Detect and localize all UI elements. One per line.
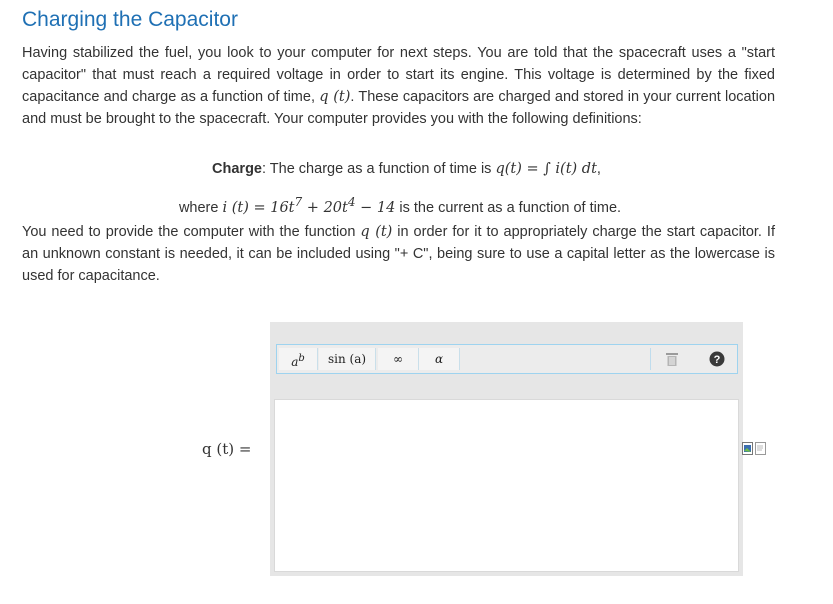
current-definition: where i (t) = 16t7 + 20t4 − 14 is the cu… xyxy=(178,195,622,216)
answer-label: q (t) = xyxy=(202,440,252,458)
help-button[interactable]: ? xyxy=(704,348,730,370)
trash-button[interactable] xyxy=(659,348,685,370)
alpha-button[interactable]: α xyxy=(419,348,460,370)
document-icon[interactable] xyxy=(755,442,766,455)
page-title: Charging the Capacitor xyxy=(22,8,238,31)
trash-icon xyxy=(666,353,678,366)
instructions-paragraph: You need to provide the computer with th… xyxy=(22,224,775,284)
answer-input[interactable] xyxy=(274,399,739,572)
charge-formula: q(t) = ∫ i(t) dt xyxy=(495,161,597,177)
question-circle-icon: ? xyxy=(709,351,725,367)
sin-button[interactable]: sin (a) xyxy=(319,348,376,370)
infinity-button[interactable]: ∞ xyxy=(378,348,419,370)
image-icon[interactable] xyxy=(742,442,753,455)
superscript-button[interactable]: ab xyxy=(279,348,318,370)
math-toolbar: ab sin (a) ∞ α ? xyxy=(276,344,738,374)
intro-paragraph: Having stabilized the fuel, you look to … xyxy=(22,45,776,127)
charge-definition: Charge: The charge as a function of time… xyxy=(212,161,601,177)
charge-label: Charge xyxy=(212,161,262,177)
svg-text:?: ? xyxy=(714,354,721,366)
current-formula: i (t) = 16t7 + 20t4 − 14 xyxy=(222,195,396,216)
